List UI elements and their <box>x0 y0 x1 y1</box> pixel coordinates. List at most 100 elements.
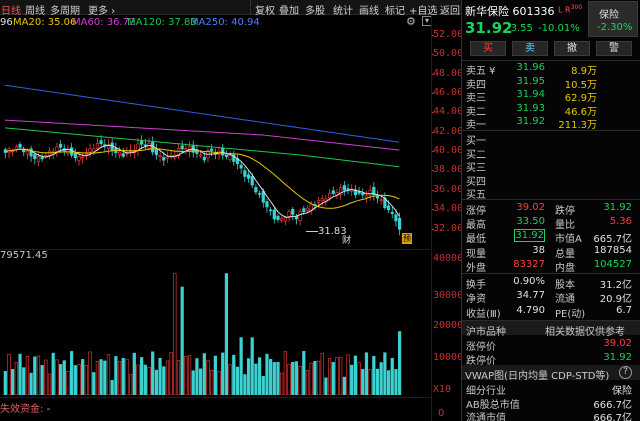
candle <box>199 154 203 157</box>
candle <box>44 155 48 157</box>
volume-bar <box>327 358 332 395</box>
ask-price: 31.93 <box>516 102 545 114</box>
price-axis-label: 48.00 <box>433 67 464 79</box>
quote-value-right: 31.92 <box>603 202 632 213</box>
candle <box>257 193 262 195</box>
volume-bar <box>62 360 66 395</box>
quote-value-left: 83327 <box>513 258 545 270</box>
volume-axis-label: 40000 <box>433 253 464 264</box>
tab-daily[interactable]: 日线 <box>1 2 21 17</box>
quote-label-left: 现量 <box>466 248 486 260</box>
tab-multi-period[interactable]: 多周期 <box>50 2 80 17</box>
tab-more[interactable]: 更多 › <box>88 2 115 17</box>
volume-bar <box>202 353 206 395</box>
volume-bar <box>88 351 92 395</box>
volume-bar <box>272 362 276 395</box>
price-axis-label: 42.00 <box>433 125 464 137</box>
candle <box>184 148 188 151</box>
candle <box>228 155 232 160</box>
volume-bar <box>221 352 225 395</box>
ma20-line <box>4 148 400 209</box>
fin-value-left: 0.90% <box>513 276 545 287</box>
earnings-marker[interactable]: 财 <box>342 233 351 246</box>
volume-bar <box>165 360 170 395</box>
candle <box>40 156 44 160</box>
alert-button[interactable]: 警 <box>596 41 632 56</box>
candle <box>180 145 184 150</box>
tool-statistics[interactable]: 统计 <box>333 2 353 17</box>
volume-bar <box>121 357 125 395</box>
candle <box>77 156 81 161</box>
fin-value-right: 31.2亿 <box>599 280 632 291</box>
candle <box>73 153 77 159</box>
volume-bar <box>294 361 299 395</box>
price-axis-label: 34.00 <box>433 203 464 215</box>
stock-name: 新华保险 601336 <box>465 5 555 18</box>
sector-pct: -2.30% <box>597 22 633 33</box>
legend-ma120: MA120: 37.83 <box>127 17 197 28</box>
volume-bar <box>99 359 103 395</box>
sector-box[interactable]: 保险 -2.30% <box>588 1 638 37</box>
tab-weekly[interactable]: 周线 <box>25 2 45 17</box>
candle <box>165 156 170 159</box>
quote-label-left: 涨停 <box>466 206 486 217</box>
candle <box>36 156 41 162</box>
candle <box>55 146 59 152</box>
ask-volume: 211.3万 <box>558 120 597 131</box>
fin-label-left: 换手 <box>466 280 486 291</box>
quote-label-right: 市值A <box>555 234 582 246</box>
volume-bar <box>235 366 240 395</box>
sector-row-value: 666.7亿 <box>593 413 632 421</box>
tool-draw[interactable]: 画线 <box>359 2 379 17</box>
volume-chart[interactable] <box>0 252 432 395</box>
candle <box>254 187 258 193</box>
hs-section-note: 相关数据仅供参考 <box>545 327 625 338</box>
price-axis-label: 40.00 <box>433 145 464 157</box>
volume-bar <box>324 377 328 395</box>
candle <box>361 192 365 196</box>
volume-bar <box>283 351 287 395</box>
candle <box>243 170 247 177</box>
volume-bar <box>14 362 18 395</box>
volume-bar <box>7 353 11 395</box>
tool-back[interactable]: 返回 <box>440 2 460 17</box>
help-icon[interactable]: ? <box>619 366 632 379</box>
candle <box>283 217 287 222</box>
candle <box>33 154 37 160</box>
buy-button[interactable]: 买 <box>470 41 506 56</box>
quote-label-left: 外盘 <box>466 262 486 274</box>
legend-settings-icon[interactable]: ⚙ <box>406 15 416 28</box>
candlestick-chart[interactable] <box>0 30 432 248</box>
volume-bar <box>232 354 236 395</box>
volume-bar <box>140 357 144 395</box>
volume-bar <box>132 352 136 395</box>
tool-mark[interactable]: 标记 <box>385 2 405 17</box>
candle <box>398 217 402 230</box>
forecast-marker[interactable]: 预 <box>402 233 412 244</box>
volume-bar <box>191 370 195 395</box>
volume-bar <box>40 365 44 395</box>
tool-overlay[interactable]: 叠加 <box>279 2 299 17</box>
volume-bar <box>313 360 317 395</box>
cancel-order-button[interactable]: 撤 <box>554 41 590 56</box>
vwap-label[interactable]: VWAP图(日内均量 CDP-STD等) <box>465 367 609 382</box>
sector-name: 保险 <box>599 10 619 21</box>
volume-bar <box>70 351 74 395</box>
current-price: 31.92 <box>465 19 513 37</box>
volume-bar <box>187 355 192 395</box>
candle <box>386 205 391 211</box>
fin-label-left: 净资 <box>466 294 486 306</box>
ask-label: 卖一 <box>466 120 486 131</box>
tool-restore-right[interactable]: 复权 <box>255 2 275 17</box>
candle <box>375 195 380 199</box>
tool-multi-stock[interactable]: 多股 <box>305 2 325 17</box>
sell-button[interactable]: 卖 <box>512 41 548 56</box>
volume-bar <box>390 357 394 395</box>
volume-bar <box>269 358 273 395</box>
volume-bar <box>151 351 155 395</box>
candle <box>154 149 158 156</box>
price-axis-label: 36.00 <box>433 183 464 195</box>
volume-bar <box>291 361 295 395</box>
volume-bar <box>143 364 147 395</box>
volume-bar <box>184 355 188 395</box>
